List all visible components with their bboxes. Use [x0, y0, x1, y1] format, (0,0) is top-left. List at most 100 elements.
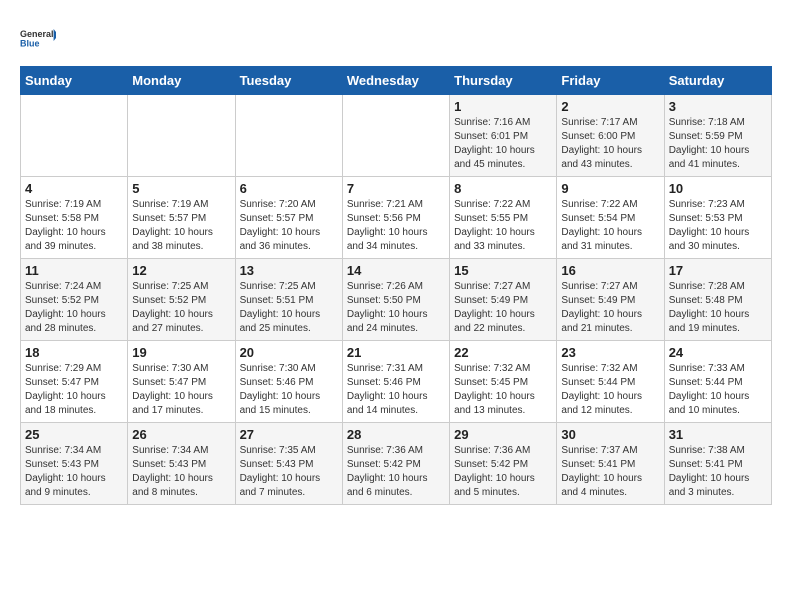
calendar-cell: [21, 95, 128, 177]
day-info: Sunrise: 7:25 AM Sunset: 5:52 PM Dayligh…: [132, 280, 230, 336]
day-number: 21: [347, 345, 445, 360]
calendar-cell: 8 Sunrise: 7:22 AM Sunset: 5:55 PM Daylig…: [450, 177, 557, 259]
day-number: 12: [132, 263, 230, 278]
calendar-cell: 15Sunrise: 7:27 AM Sunset: 5:49 PM Dayli…: [450, 259, 557, 341]
calendar-cell: 11Sunrise: 7:24 AM Sunset: 5:52 PM Dayli…: [21, 259, 128, 341]
calendar-cell: 25 Sunrise: 7:34 AM Sunset: 5:43 PM Dayli…: [21, 423, 128, 505]
day-info: Sunrise: 7:34 AM Sunset: 5:43 PM Dayligh…: [25, 444, 123, 500]
day-number: 26: [132, 427, 230, 442]
weekday-header-tuesday: Tuesday: [235, 67, 342, 95]
calendar-week-5: 25 Sunrise: 7:34 AM Sunset: 5:43 PM Dayli…: [21, 423, 772, 505]
svg-text:General: General: [20, 29, 54, 39]
day-number: 27: [240, 427, 338, 442]
day-number: 11: [25, 263, 123, 278]
calendar-cell: [342, 95, 449, 177]
calendar-cell: 5 Sunrise: 7:19 AM Sunset: 5:57 PM Daylig…: [128, 177, 235, 259]
calendar-cell: 19Sunrise: 7:30 AM Sunset: 5:47 PM Dayli…: [128, 341, 235, 423]
day-info: Sunrise: 7:21 AM Sunset: 5:56 PM Dayligh…: [347, 198, 445, 254]
day-info: Sunrise: 7:30 AM Sunset: 5:46 PM Dayligh…: [240, 362, 338, 418]
day-number: 2: [561, 99, 659, 114]
day-info: Sunrise: 7:26 AM Sunset: 5:50 PM Dayligh…: [347, 280, 445, 336]
calendar-cell: 10 Sunrise: 7:23 AM Sunset: 5:53 PM Dayli…: [664, 177, 771, 259]
calendar-cell: 26 Sunrise: 7:34 AM Sunset: 5:43 PM Dayli…: [128, 423, 235, 505]
day-info: Sunrise: 7:28 AM Sunset: 5:48 PM Dayligh…: [669, 280, 767, 336]
calendar-cell: 29 Sunrise: 7:36 AM Sunset: 5:42 PM Dayli…: [450, 423, 557, 505]
day-info: Sunrise: 7:34 AM Sunset: 5:43 PM Dayligh…: [132, 444, 230, 500]
day-number: 8: [454, 181, 552, 196]
header: General Blue: [20, 20, 772, 56]
weekday-header-friday: Friday: [557, 67, 664, 95]
calendar-cell: [235, 95, 342, 177]
calendar-week-4: 18 Sunrise: 7:29 AM Sunset: 5:47 PM Dayli…: [21, 341, 772, 423]
day-number: 10: [669, 181, 767, 196]
calendar-table: SundayMondayTuesdayWednesdayThursdayFrid…: [20, 66, 772, 505]
day-info: Sunrise: 7:22 AM Sunset: 5:55 PM Dayligh…: [454, 198, 552, 254]
logo-svg: General Blue: [20, 20, 56, 56]
calendar-cell: 3 Sunrise: 7:18 AM Sunset: 5:59 PM Daylig…: [664, 95, 771, 177]
day-number: 14: [347, 263, 445, 278]
day-number: 16: [561, 263, 659, 278]
day-number: 1: [454, 99, 552, 114]
calendar-cell: 2 Sunrise: 7:17 AM Sunset: 6:00 PM Daylig…: [557, 95, 664, 177]
calendar-cell: 4 Sunrise: 7:19 AM Sunset: 5:58 PM Daylig…: [21, 177, 128, 259]
day-info: Sunrise: 7:32 AM Sunset: 5:45 PM Dayligh…: [454, 362, 552, 418]
day-info: Sunrise: 7:32 AM Sunset: 5:44 PM Dayligh…: [561, 362, 659, 418]
day-info: Sunrise: 7:18 AM Sunset: 5:59 PM Dayligh…: [669, 116, 767, 172]
day-info: Sunrise: 7:36 AM Sunset: 5:42 PM Dayligh…: [347, 444, 445, 500]
day-number: 29: [454, 427, 552, 442]
calendar-cell: 16 Sunrise: 7:27 AM Sunset: 5:49 PM Dayli…: [557, 259, 664, 341]
logo: General Blue: [20, 20, 56, 56]
day-number: 5: [132, 181, 230, 196]
calendar-cell: 13Sunrise: 7:25 AM Sunset: 5:51 PM Dayli…: [235, 259, 342, 341]
day-number: 3: [669, 99, 767, 114]
calendar-cell: 17 Sunrise: 7:28 AM Sunset: 5:48 PM Dayli…: [664, 259, 771, 341]
day-number: 6: [240, 181, 338, 196]
calendar-cell: 12 Sunrise: 7:25 AM Sunset: 5:52 PM Dayli…: [128, 259, 235, 341]
day-number: 30: [561, 427, 659, 442]
day-number: 31: [669, 427, 767, 442]
day-number: 17: [669, 263, 767, 278]
day-info: Sunrise: 7:36 AM Sunset: 5:42 PM Dayligh…: [454, 444, 552, 500]
day-number: 18: [25, 345, 123, 360]
day-info: Sunrise: 7:19 AM Sunset: 5:57 PM Dayligh…: [132, 198, 230, 254]
weekday-header-wednesday: Wednesday: [342, 67, 449, 95]
day-number: 22: [454, 345, 552, 360]
calendar-cell: 30 Sunrise: 7:37 AM Sunset: 5:41 PM Dayli…: [557, 423, 664, 505]
day-info: Sunrise: 7:19 AM Sunset: 5:58 PM Dayligh…: [25, 198, 123, 254]
day-info: Sunrise: 7:30 AM Sunset: 5:47 PM Dayligh…: [132, 362, 230, 418]
day-info: Sunrise: 7:35 AM Sunset: 5:43 PM Dayligh…: [240, 444, 338, 500]
svg-text:Blue: Blue: [20, 38, 40, 48]
day-number: 4: [25, 181, 123, 196]
day-info: Sunrise: 7:31 AM Sunset: 5:46 PM Dayligh…: [347, 362, 445, 418]
weekday-header-saturday: Saturday: [664, 67, 771, 95]
day-info: Sunrise: 7:38 AM Sunset: 5:41 PM Dayligh…: [669, 444, 767, 500]
calendar-cell: 18 Sunrise: 7:29 AM Sunset: 5:47 PM Dayli…: [21, 341, 128, 423]
day-info: Sunrise: 7:33 AM Sunset: 5:44 PM Dayligh…: [669, 362, 767, 418]
weekday-header-thursday: Thursday: [450, 67, 557, 95]
day-number: 25: [25, 427, 123, 442]
calendar-cell: 9Sunrise: 7:22 AM Sunset: 5:54 PM Daylig…: [557, 177, 664, 259]
calendar-cell: 23 Sunrise: 7:32 AM Sunset: 5:44 PM Dayli…: [557, 341, 664, 423]
day-info: Sunrise: 7:17 AM Sunset: 6:00 PM Dayligh…: [561, 116, 659, 172]
calendar-cell: 31 Sunrise: 7:38 AM Sunset: 5:41 PM Dayli…: [664, 423, 771, 505]
day-info: Sunrise: 7:37 AM Sunset: 5:41 PM Dayligh…: [561, 444, 659, 500]
weekday-header-monday: Monday: [128, 67, 235, 95]
day-number: 9: [561, 181, 659, 196]
day-number: 23: [561, 345, 659, 360]
calendar-week-2: 4 Sunrise: 7:19 AM Sunset: 5:58 PM Daylig…: [21, 177, 772, 259]
day-info: Sunrise: 7:29 AM Sunset: 5:47 PM Dayligh…: [25, 362, 123, 418]
day-info: Sunrise: 7:27 AM Sunset: 5:49 PM Dayligh…: [561, 280, 659, 336]
calendar-cell: 28Sunrise: 7:36 AM Sunset: 5:42 PM Dayli…: [342, 423, 449, 505]
day-info: Sunrise: 7:23 AM Sunset: 5:53 PM Dayligh…: [669, 198, 767, 254]
day-number: 7: [347, 181, 445, 196]
calendar-cell: 20Sunrise: 7:30 AM Sunset: 5:46 PM Dayli…: [235, 341, 342, 423]
calendar-cell: 14 Sunrise: 7:26 AM Sunset: 5:50 PM Dayli…: [342, 259, 449, 341]
calendar-cell: 21 Sunrise: 7:31 AM Sunset: 5:46 PM Dayli…: [342, 341, 449, 423]
day-info: Sunrise: 7:27 AM Sunset: 5:49 PM Dayligh…: [454, 280, 552, 336]
day-info: Sunrise: 7:20 AM Sunset: 5:57 PM Dayligh…: [240, 198, 338, 254]
calendar-cell: 1 Sunrise: 7:16 AM Sunset: 6:01 PM Daylig…: [450, 95, 557, 177]
weekday-header-row: SundayMondayTuesdayWednesdayThursdayFrid…: [21, 67, 772, 95]
calendar-week-3: 11Sunrise: 7:24 AM Sunset: 5:52 PM Dayli…: [21, 259, 772, 341]
day-info: Sunrise: 7:16 AM Sunset: 6:01 PM Dayligh…: [454, 116, 552, 172]
calendar-week-1: 1 Sunrise: 7:16 AM Sunset: 6:01 PM Daylig…: [21, 95, 772, 177]
